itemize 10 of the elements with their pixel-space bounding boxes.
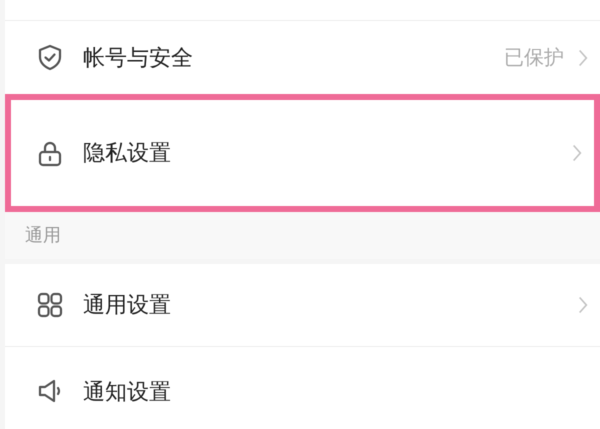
row-value: 已保护 xyxy=(504,44,564,71)
row-label: 通知设置 xyxy=(83,378,172,406)
speaker-icon xyxy=(37,378,63,405)
shield-icon xyxy=(37,44,63,71)
lock-icon xyxy=(37,140,63,166)
settings-row[interactable]: 隐私设置 xyxy=(5,94,600,212)
row-label: 帐号与安全 xyxy=(83,44,194,72)
row-label: 通用设置 xyxy=(83,292,172,320)
grid-icon xyxy=(37,292,63,318)
row-label: 隐私设置 xyxy=(83,140,172,168)
